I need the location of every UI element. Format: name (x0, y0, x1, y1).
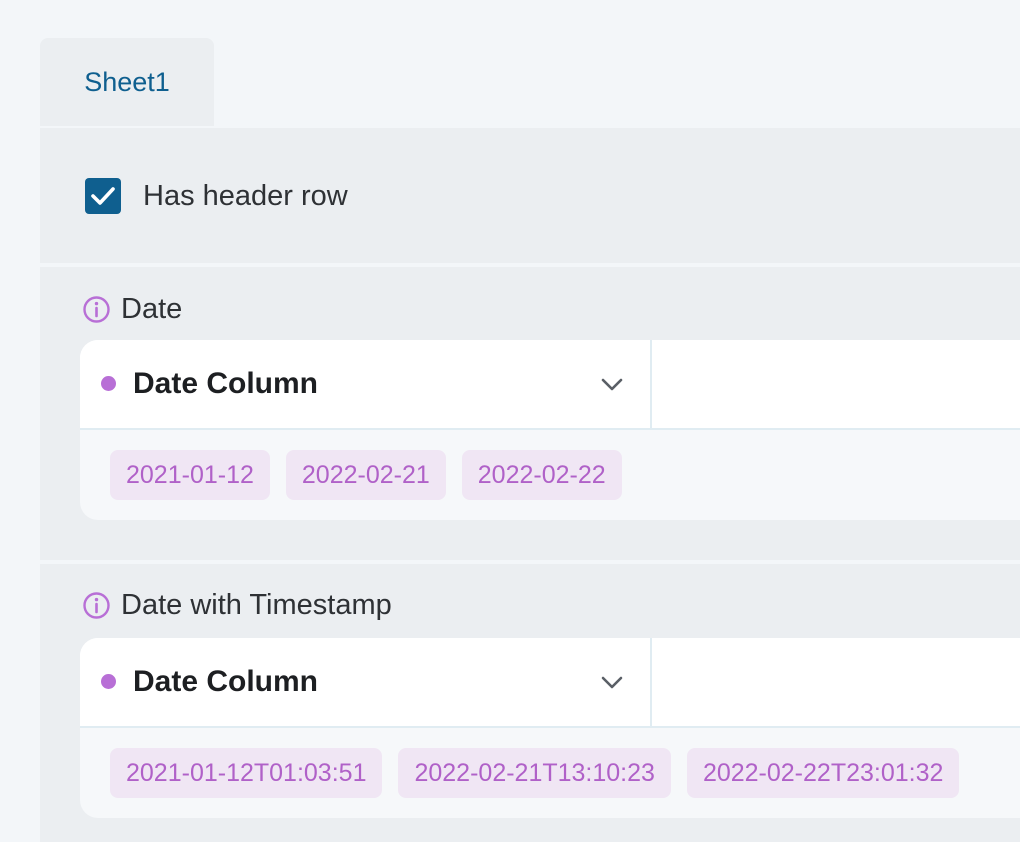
has-header-row-label: Has header row (143, 180, 348, 212)
info-icon[interactable] (82, 591, 111, 620)
column-type-value: Date Column (133, 367, 319, 400)
column-type-value: Date Column (133, 665, 319, 698)
column-type-select[interactable]: Date Column (80, 340, 652, 428)
chevron-down-icon (601, 676, 623, 689)
sample-value-chip: 2022-02-22 (461, 450, 622, 500)
tab-sheet1-label: Sheet1 (84, 66, 170, 97)
sample-value-chip: 2021-01-12 (110, 450, 270, 500)
type-dot-icon (101, 674, 116, 689)
column-card: Date Column 2021-01-12 2022-02-21 2022-0… (80, 340, 1020, 520)
type-dot-icon (101, 376, 116, 391)
column-mapping-area (652, 638, 1020, 726)
column-section-date: Date Date Column 2021-01-12 2022-02-21 2… (40, 267, 1020, 560)
sample-values: 2021-01-12T01:03:51 2022-02-21T13:10:23 … (110, 748, 960, 798)
checkmark-icon (91, 187, 115, 205)
sample-value-chip: 2022-02-21T13:10:23 (398, 748, 671, 798)
sample-value-chip: 2021-01-12T01:03:51 (110, 748, 383, 798)
column-header: Date with Timestamp (82, 589, 392, 622)
column-title: Date with Timestamp (121, 589, 392, 621)
column-type-select[interactable]: Date Column (80, 638, 652, 726)
info-icon[interactable] (82, 295, 111, 324)
tab-sheet1[interactable]: Sheet1 (40, 38, 214, 126)
header-row-section: Has header row (40, 128, 1020, 263)
sheet-panel: Has header row Date Date Column 2021-01-… (40, 128, 1020, 842)
sample-values: 2021-01-12 2022-02-21 2022-02-22 (110, 450, 622, 500)
column-section-date-with-timestamp: Date with Timestamp Date Column 2021-01-… (40, 564, 1020, 842)
sample-value-chip: 2022-02-22T23:01:32 (686, 748, 960, 798)
column-card: Date Column 2021-01-12T01:03:51 2022-02-… (80, 638, 1020, 818)
column-header: Date (82, 293, 182, 326)
column-mapping-area (652, 340, 1020, 428)
has-header-row-checkbox[interactable] (85, 178, 121, 214)
sample-value-chip: 2022-02-21 (285, 450, 446, 500)
chevron-down-icon (601, 378, 623, 391)
column-title: Date (121, 293, 183, 325)
